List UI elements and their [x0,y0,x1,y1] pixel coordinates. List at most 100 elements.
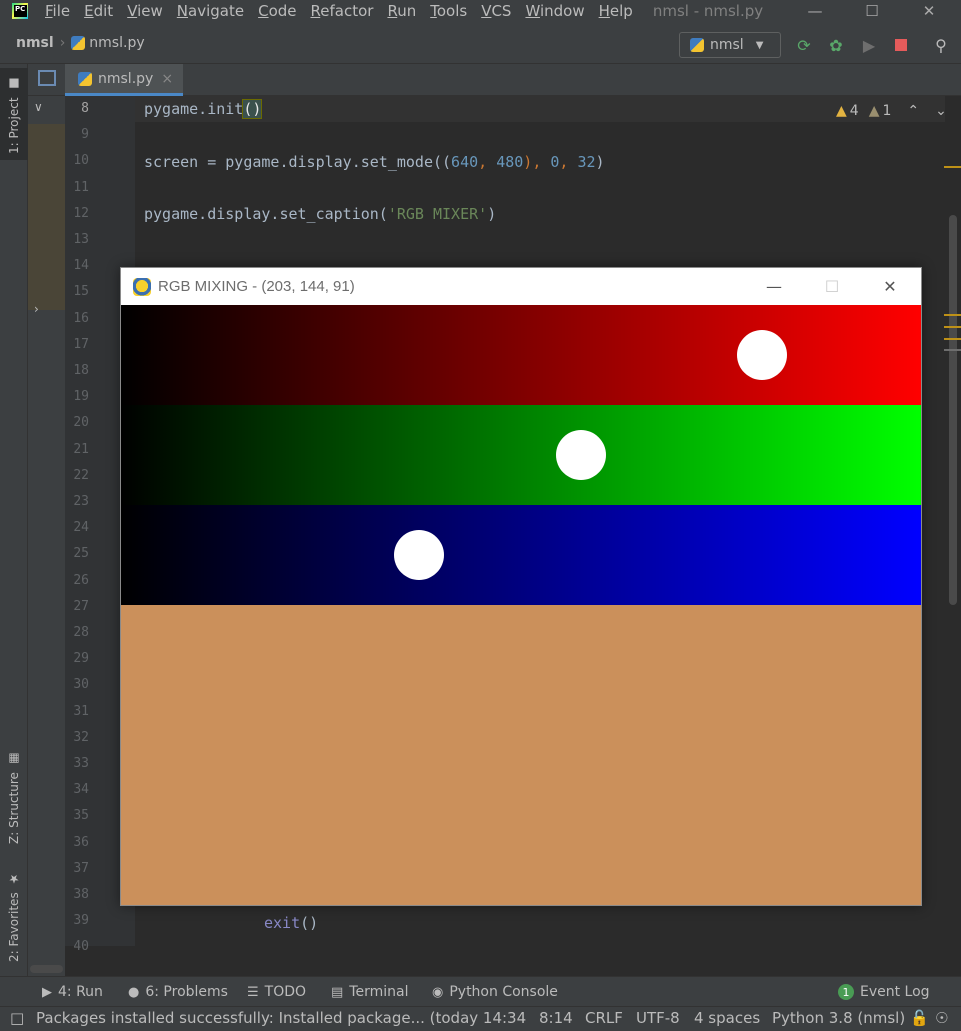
rerun-button[interactable]: ⟳ [794,35,814,55]
tool-tab-structure[interactable]: Z: Structure ▦ [0,740,28,850]
tool-windows-toggle-icon[interactable]: □ [10,1009,24,1027]
navigation-bar: nmsl › nmsl.py nmsl ▼ ⟳ ✿ ▶ ⚲ [0,22,961,64]
green-slider-track[interactable] [121,405,921,505]
editor-tab-nmsl[interactable]: nmsl.py × [65,64,184,96]
window-title: nmsl - nmsl.py [652,2,764,20]
collapse-chevron-icon[interactable]: › [34,302,39,316]
error-stripe-marker[interactable] [944,338,961,340]
warning-icon: ▲ [836,103,847,119]
tool-tab-favorites[interactable]: 2: Favorites ★ [0,864,28,968]
previous-highlight-icon[interactable]: ⌃ [907,103,919,119]
inspection-widget[interactable]: ▲ 4 ▲ 1 ⌃ ⌄ [836,103,947,119]
caret-position[interactable]: 8:14 [539,1009,573,1027]
tool-tab-problems[interactable]: ● 6: Problems [128,977,228,1007]
line-number: 36 [73,834,89,850]
warning-count: 4 [849,103,859,119]
tool-tab-python-console-label: Python Console [449,984,558,1000]
line-number: 29 [73,651,89,667]
red-slider-track[interactable] [121,305,921,405]
editor-scrollbar-thumb[interactable] [949,215,957,605]
line-number: 23 [73,494,89,509]
coverage-button[interactable]: ▶ [859,35,879,55]
menu-file[interactable]: File [45,1,70,21]
menu-vcs[interactable]: VCS [481,1,511,21]
close-tab-icon[interactable]: × [161,71,173,87]
line-number: 26 [73,572,89,588]
close-icon: ✕ [883,277,897,296]
line-number: 22 [73,467,89,483]
code-line-12[interactable]: pygame.display.set_caption('RGB MIXER') [144,205,496,223]
maximize-button[interactable]: ☐ [849,0,895,22]
breadcrumb-project[interactable]: nmsl [16,35,54,51]
line-number: 30 [73,677,89,693]
blue-slider-knob[interactable] [394,530,445,580]
code-line-39[interactable]: exit() [264,914,318,932]
menu-code[interactable]: Code [258,1,296,21]
rerun-icon: ⟳ [797,35,811,55]
menu-view[interactable]: View [127,1,163,21]
minimize-button[interactable]: — [792,0,838,22]
error-stripe-marker[interactable] [944,166,961,168]
blue-slider-track[interactable] [121,505,921,605]
stop-button[interactable] [891,35,911,55]
expand-chevron-icon[interactable]: ∨ [34,100,43,114]
status-bar: □ Packages installed successfully: Insta… [0,1006,961,1031]
menu-tools[interactable]: Tools [430,1,467,21]
python-interpreter[interactable]: Python 3.8 (nmsl) [772,1009,905,1027]
inspector-icon[interactable]: ☉ [935,1009,948,1027]
tool-tab-python-console[interactable]: ◉ Python Console [432,977,558,1007]
line-number: 31 [73,703,89,719]
run-config-selector[interactable]: nmsl ▼ [679,32,781,58]
error-stripe-marker[interactable] [944,326,961,328]
error-stripe-marker[interactable] [944,314,961,316]
line-number: 40 [73,939,89,955]
menu-navigate[interactable]: Navigate [177,1,244,21]
unlock-icon[interactable]: 🔓 [910,1009,929,1027]
editor-tab-bar: nmsl.py × [65,64,961,96]
menu-help[interactable]: Help [599,1,633,21]
line-number: 16 [73,310,89,326]
pygame-window: RGB MIXING - (203, 144, 91) — ☐ ✕ [120,267,922,906]
status-message[interactable]: Packages installed successfully: Install… [36,1009,526,1027]
pygame-minimize-button[interactable]: — [751,268,797,305]
pygame-titlebar[interactable]: RGB MIXING - (203, 144, 91) — ☐ ✕ [121,268,921,305]
line-number: 14 [73,258,89,274]
file-encoding[interactable]: UTF-8 [636,1009,680,1027]
breadcrumb-file[interactable]: nmsl.py [89,35,144,51]
close-window-button[interactable]: ✕ [906,0,952,22]
code-line-8[interactable]: pygame.init() [144,99,263,119]
tool-tab-event-log[interactable]: 1 Event Log [838,977,930,1007]
red-slider-knob[interactable] [736,330,787,380]
line-number: 27 [73,598,89,614]
tool-tab-run-label: 4: Run [58,984,103,1000]
terminal-icon: ▤ [331,984,344,1000]
tool-tab-terminal[interactable]: ▤ Terminal [331,977,408,1007]
maximize-icon: ☐ [824,277,840,296]
menu-run[interactable]: Run [387,1,416,21]
debug-button[interactable]: ✿ [826,35,846,55]
tool-tab-event-log-label: Event Log [860,984,930,1000]
line-number: 9 [81,127,89,143]
search-icon: ⚲ [935,35,947,55]
pygame-close-button[interactable]: ✕ [867,268,913,305]
menu-window[interactable]: Window [525,1,584,21]
line-number: 25 [73,546,89,562]
indent-setting[interactable]: 4 spaces [694,1009,760,1027]
menu-refactor[interactable]: Refactor [311,1,374,21]
line-number: 32 [73,729,89,745]
horizontal-scrollbar-thumb[interactable] [30,965,63,973]
search-everywhere-button[interactable]: ⚲ [931,35,951,55]
line-separator[interactable]: CRLF [585,1009,623,1027]
project-panel-header [28,64,65,96]
error-stripe-marker[interactable] [944,349,961,351]
pycharm-logo-icon [12,3,28,19]
tool-tab-structure-label: Z: Structure [7,772,21,844]
tool-tab-project[interactable]: 1: Project ■ [0,68,28,160]
mixed-color-swatch [121,605,921,905]
menu-edit[interactable]: Edit [84,1,113,21]
pygame-maximize-button[interactable]: ☐ [809,268,855,305]
code-line-10[interactable]: screen = pygame.display.set_mode((640, 4… [144,153,605,171]
tool-tab-run[interactable]: ▶ 4: Run [42,977,103,1007]
tool-tab-todo[interactable]: ☰ TODO [247,977,306,1007]
line-number: 8 [81,101,89,116]
